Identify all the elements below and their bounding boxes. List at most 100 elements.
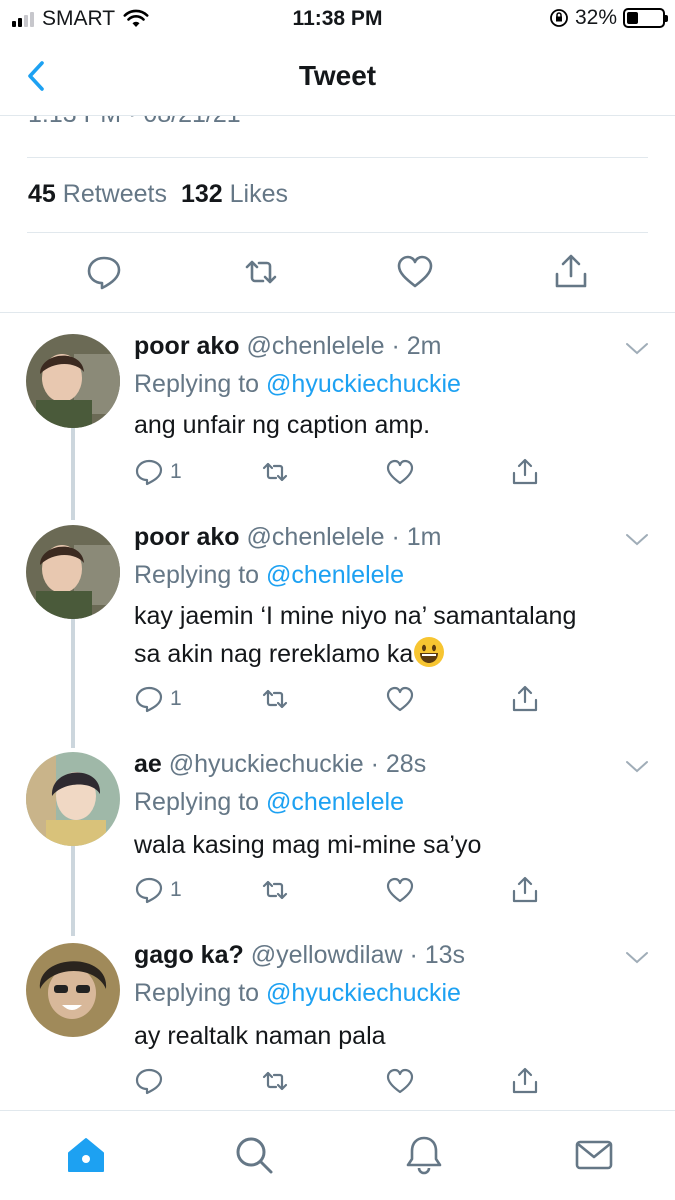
battery-percent: 32%: [574, 6, 617, 29]
reply-time: 2m: [406, 332, 442, 360]
avatar[interactable]: [26, 752, 120, 846]
user-handle[interactable]: @chenlelele: [247, 523, 385, 551]
replying-to: Replying to @hyuckiechuckie: [134, 370, 461, 399]
display-name[interactable]: ae: [134, 750, 162, 778]
status-bar: SMART 11:38 PM 32%: [0, 0, 675, 38]
reply-header: ae @hyuckiechuckie · 28s: [134, 750, 426, 779]
reply-time: 28s: [385, 750, 427, 778]
separator-dot: ·: [363, 750, 386, 778]
reply-button[interactable]: 1: [134, 454, 182, 490]
like-button[interactable]: [385, 872, 415, 908]
chevron-down-icon[interactable]: [625, 951, 649, 965]
retweet-button[interactable]: [260, 1063, 290, 1099]
reply-count: 1: [170, 878, 182, 901]
likes-stat[interactable]: 132 Likes: [181, 180, 292, 209]
mention-link[interactable]: @chenlelele: [266, 561, 404, 589]
like-button[interactable]: [385, 454, 415, 490]
page-title: Tweet: [298, 60, 377, 91]
orientation-lock-icon: [550, 9, 568, 27]
avatar[interactable]: [26, 943, 120, 1037]
reply-button[interactable]: [134, 1063, 170, 1099]
likes-label: Likes: [229, 180, 289, 208]
share-button[interactable]: [510, 872, 540, 908]
chevron-down-icon[interactable]: [625, 760, 649, 774]
retweet-button[interactable]: [241, 252, 281, 292]
replying-label: Replying to: [134, 979, 260, 1007]
heart-icon: [386, 1068, 414, 1094]
like-button[interactable]: [395, 252, 435, 292]
mention-link[interactable]: @hyuckiechuckie: [266, 979, 461, 1007]
reply-actions: [0, 1063, 675, 1099]
tweet-stats: 45 Retweets 132 Likes: [28, 180, 292, 209]
display-name[interactable]: gago ka?: [134, 941, 244, 969]
section-divider: [0, 312, 675, 313]
reply-count: 1: [170, 460, 182, 483]
avatar[interactable]: [26, 334, 120, 428]
messages-icon[interactable]: [572, 1133, 616, 1177]
retweet-button[interactable]: [260, 681, 290, 717]
tab-bar: [0, 1110, 675, 1200]
share-icon: [512, 458, 538, 485]
reply-icon: [135, 459, 163, 486]
share-button[interactable]: [510, 1063, 540, 1099]
separator-dot: ·: [384, 332, 407, 360]
reply-button[interactable]: 1: [134, 872, 182, 908]
tweet-actions: [0, 252, 675, 292]
separator-dot: ·: [402, 941, 425, 969]
heart-icon: [386, 877, 414, 903]
display-name[interactable]: poor ako: [134, 523, 240, 551]
reply-text-line-wrap: sa akin nag rereklamo ka: [134, 635, 644, 673]
retweet-icon: [262, 1071, 288, 1091]
retweets-label: Retweets: [62, 180, 167, 208]
heart-icon: [386, 459, 414, 485]
replying-label: Replying to: [134, 370, 260, 398]
display-name[interactable]: poor ako: [134, 332, 240, 360]
reply-actions: 1: [0, 681, 675, 717]
user-handle[interactable]: @hyuckiechuckie: [169, 750, 364, 778]
battery-icon: [623, 8, 668, 28]
search-icon[interactable]: [232, 1133, 276, 1177]
replying-to: Replying to @hyuckiechuckie: [134, 979, 461, 1008]
divider: [27, 232, 648, 233]
reply-icon: [135, 877, 163, 904]
reply-button[interactable]: [84, 252, 124, 292]
reply-text: ang unfair ng caption amp.: [134, 411, 431, 439]
retweet-icon: [262, 880, 288, 900]
avatar[interactable]: [26, 525, 120, 619]
retweets-count: 45: [28, 180, 56, 208]
mention-link[interactable]: @hyuckiechuckie: [266, 370, 461, 398]
replying-to: Replying to @chenlelele: [134, 788, 404, 817]
like-button[interactable]: [385, 1063, 415, 1099]
status-right: 32%: [549, 6, 668, 30]
share-button[interactable]: [551, 252, 591, 292]
smiley-emoji-icon: [414, 637, 445, 667]
retweet-button[interactable]: [260, 872, 290, 908]
separator-dot: ·: [384, 523, 407, 551]
retweets-stat[interactable]: 45 Retweets: [28, 180, 171, 209]
chevron-down-icon[interactable]: [625, 533, 649, 547]
replying-to: Replying to @chenlelele: [134, 561, 404, 590]
share-button[interactable]: [510, 454, 540, 490]
like-button[interactable]: [385, 681, 415, 717]
reply-text: wala kasing mag mi-mine sa’yo: [134, 831, 482, 859]
reply-actions: 1: [0, 454, 675, 490]
share-icon: [512, 685, 538, 712]
reply-icon: [135, 686, 163, 713]
reply-icon: [135, 1068, 163, 1095]
divider: [27, 157, 648, 158]
home-icon[interactable]: [64, 1133, 108, 1177]
user-handle[interactable]: @chenlelele: [247, 332, 385, 360]
heart-icon: [386, 686, 414, 712]
reply-header: poor ako @chenlelele · 2m: [134, 332, 441, 361]
replying-label: Replying to: [134, 561, 260, 589]
mention-link[interactable]: @chenlelele: [266, 788, 404, 816]
retweet-icon: [262, 689, 288, 709]
retweet-button[interactable]: [260, 454, 290, 490]
reply-button[interactable]: 1: [134, 681, 182, 717]
user-handle[interactable]: @yellowdilaw: [251, 941, 403, 969]
reply-text: ay realtalk naman pala: [134, 1022, 386, 1050]
chevron-down-icon[interactable]: [625, 342, 649, 356]
retweet-icon: [262, 462, 288, 482]
share-button[interactable]: [510, 681, 540, 717]
notifications-icon[interactable]: [402, 1133, 446, 1177]
